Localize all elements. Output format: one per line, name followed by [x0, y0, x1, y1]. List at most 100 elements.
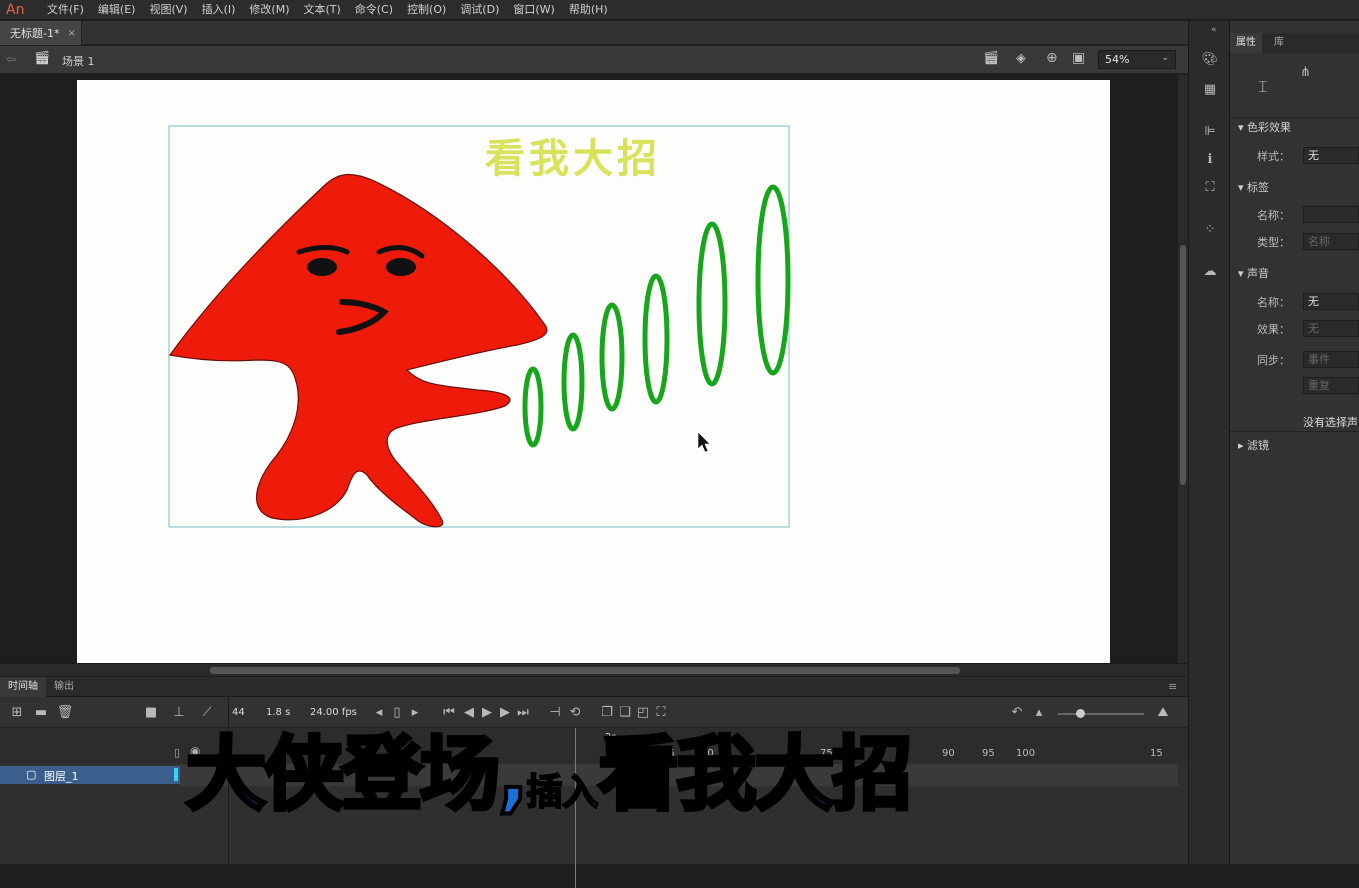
scene-label: 场景 1 — [62, 55, 95, 68]
label-name-label: 名称： — [1257, 209, 1290, 222]
caption-part-3: 看我大招 — [596, 728, 914, 821]
menu-commands[interactable]: 命令(C) — [348, 0, 400, 20]
ruler-tick: 95 — [982, 748, 995, 759]
banner-text[interactable]: 看我大招 — [485, 136, 661, 182]
color-effect-section[interactable]: ▾ 色彩效果 — [1230, 118, 1359, 138]
chevron-right-icon: ▸ — [1238, 439, 1244, 452]
vertical-scrollbar[interactable] — [1178, 75, 1188, 663]
back-arrow-icon[interactable]: ⇦ — [6, 52, 16, 66]
ring-5[interactable] — [696, 221, 728, 387]
ring-1[interactable] — [522, 366, 544, 448]
new-layer-icon[interactable]: ⊞ — [6, 702, 28, 724]
section-title: 色彩效果 — [1247, 121, 1292, 134]
sound-repeat-select[interactable]: 重复 — [1303, 377, 1359, 394]
center-stage-icon[interactable]: ⊕ — [1046, 50, 1058, 66]
ruler-tick: 90 — [942, 748, 955, 759]
ruler-tick: 15 — [1150, 748, 1163, 759]
caption-part-1: 大侠登场, — [184, 728, 530, 821]
zoom-out-icon[interactable]: ▴ — [1028, 702, 1050, 724]
menu-text[interactable]: 文本(T) — [296, 0, 347, 20]
zoom-slider-handle[interactable] — [1076, 709, 1085, 718]
chevron-down-icon: ▾ — [1238, 121, 1244, 134]
menu-help[interactable]: 帮助(H) — [562, 0, 615, 20]
sound-effect-label: 效果： — [1257, 323, 1290, 336]
app-logo: An — [6, 1, 25, 18]
ring-3[interactable] — [599, 302, 625, 412]
document-tab[interactable]: 无标题-1* × — [0, 21, 82, 45]
ring-6[interactable] — [755, 184, 791, 376]
filters-section[interactable]: ▸ 滤镜 — [1230, 436, 1359, 456]
vertical-scroll-thumb[interactable] — [1180, 245, 1186, 485]
edit-symbol-icon[interactable]: ◈ — [1016, 51, 1026, 66]
style-select[interactable]: 无 — [1303, 147, 1359, 164]
align-icon[interactable]: ⊫ — [1199, 121, 1221, 143]
menu-file[interactable]: 文件(F) — [40, 0, 91, 20]
layer-name[interactable]: 图层_1 — [44, 768, 79, 784]
elapsed-time[interactable]: 1.8 s — [266, 707, 290, 718]
info-icon[interactable]: ℹ — [1199, 149, 1221, 171]
sound-sync-select[interactable]: 事件 — [1303, 351, 1359, 368]
menu-view[interactable]: 视图(V) — [142, 0, 194, 20]
panel-icon-strip: « 🎨︎ ▦ ⊫ ℹ ⛶ ⁘ ☁ — [1188, 21, 1230, 864]
menu-window[interactable]: 窗口(W) — [506, 0, 561, 20]
label-section[interactable]: ▾ 标签 — [1230, 178, 1359, 198]
menu-edit[interactable]: 编辑(E) — [91, 0, 143, 20]
new-folder-icon[interactable]: ▬ — [30, 702, 52, 724]
close-icon[interactable]: × — [67, 28, 75, 39]
frame-rate[interactable]: 24.00 fps — [310, 707, 357, 718]
tab-library[interactable]: 库 — [1270, 33, 1288, 53]
menu-debug[interactable]: 调试(D) — [453, 0, 506, 20]
mouse-cursor-icon — [697, 431, 711, 453]
stage-area[interactable]: 看我大招 — [0, 75, 1178, 663]
zoom-value: 54% — [1105, 53, 1130, 66]
ring-2[interactable] — [561, 332, 585, 432]
style-label: 样式： — [1257, 150, 1290, 163]
tab-output[interactable]: 输出 — [46, 677, 82, 697]
zoom-in-icon[interactable]: ⛰ — [1152, 702, 1174, 724]
color-palette-icon[interactable]: 🎨︎ — [1199, 49, 1221, 71]
clip-content-icon[interactable]: ▣ — [1072, 50, 1085, 66]
section-title: 标签 — [1247, 181, 1270, 194]
tab-timeline[interactable]: 时间轴 — [0, 677, 46, 697]
horizontal-scroll-thumb[interactable] — [210, 667, 960, 674]
right-eye — [386, 258, 416, 276]
properties-tab-bar: 属性 库 — [1230, 33, 1359, 53]
ring-4[interactable] — [642, 273, 670, 405]
menu-bar: An 文件(F) 编辑(E) 视图(V) 插入(I) 修改(M) 文本(T) 命… — [0, 0, 1359, 20]
frame-number[interactable]: 44 — [232, 707, 245, 718]
horizontal-scrollbar[interactable] — [0, 663, 1188, 676]
label-type-select[interactable]: 名称 — [1303, 233, 1359, 250]
lock-column-icon[interactable]: ▯ — [174, 746, 180, 759]
video-caption: 大侠登场, 插入 看我大招 — [184, 720, 914, 830]
properties-panel: 属性 库 ⋔ ⌶ ▾ 色彩效果 样式： 无 ▾ 标签 名称： 类型： 名称 ▾ … — [1230, 21, 1359, 864]
layer-row[interactable]: ▢ 图层_1 — [0, 766, 180, 784]
tab-properties[interactable]: 属性 — [1230, 33, 1262, 53]
sound-sync-label: 同步： — [1257, 354, 1290, 367]
undo-icon[interactable]: ↶ — [1006, 702, 1028, 724]
sound-section[interactable]: ▾ 声音 — [1230, 264, 1359, 284]
components-icon[interactable]: ⁘ — [1199, 219, 1221, 241]
menu-insert[interactable]: 插入(I) — [195, 0, 243, 20]
menu-modify[interactable]: 修改(M) — [242, 0, 296, 20]
stage-canvas[interactable]: 看我大招 — [77, 80, 1110, 663]
panel-menu-icon[interactable]: ≡ — [1168, 680, 1177, 693]
section-title: 滤镜 — [1247, 439, 1270, 452]
menu-control[interactable]: 控制(O) — [400, 0, 453, 20]
document-tab-title: 无标题-1* — [10, 27, 60, 40]
swatches-icon[interactable]: ▦ — [1199, 79, 1221, 101]
layer-color-swatch — [174, 768, 178, 781]
timeline-zoom-slider[interactable] — [1058, 709, 1144, 718]
delete-icon[interactable]: 🗑︎ — [54, 702, 76, 724]
zoom-select[interactable]: 54% ⌄ — [1098, 50, 1176, 69]
transform-icon[interactable]: ⛶ — [1199, 177, 1221, 199]
label-name-field[interactable] — [1303, 206, 1359, 223]
sound-name-select[interactable]: 无 — [1303, 293, 1359, 310]
sound-name-label: 名称： — [1257, 296, 1290, 309]
creative-cloud-icon[interactable]: ☁ — [1199, 261, 1221, 283]
camera-icon[interactable]: ■ — [140, 702, 162, 724]
edit-scene-icon[interactable]: 🎬︎ — [983, 51, 1000, 66]
collapse-panels-icon[interactable]: « — [1211, 25, 1217, 35]
red-character-body[interactable] — [168, 174, 548, 528]
sound-effect-select[interactable]: 无 — [1303, 320, 1359, 337]
scene-bar: ⇦ 🎬︎ 场景 1 🎬︎ ◈ ⊕ ▣ 54% ⌄ — [0, 46, 1188, 74]
